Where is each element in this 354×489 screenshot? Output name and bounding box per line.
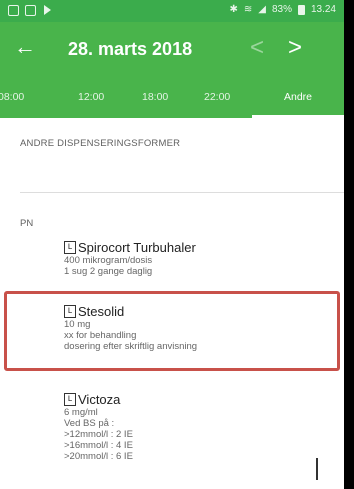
next-day-button[interactable]: >: [288, 34, 302, 62]
medication-detail: 6 mg/ml: [64, 407, 98, 418]
wifi-icon: ≋: [243, 4, 253, 15]
medication-detail: >20mmol/l : 6 IE: [64, 451, 133, 462]
medication-detail: >16mmol/l : 4 IE: [64, 440, 133, 451]
section-divider: [20, 192, 344, 193]
tab-0800[interactable]: 08:00: [0, 91, 24, 103]
tab-andre[interactable]: Andre: [284, 91, 312, 103]
status-bar: ✱ ≋ ◢ 83% 13.24: [0, 0, 344, 22]
medication-item[interactable]: L Stesolid 10 mg xx for behandling doser…: [64, 304, 334, 352]
battery-percent: 83%: [271, 4, 292, 15]
gallery-notification-icon: [8, 5, 19, 16]
back-arrow-icon[interactable]: ←: [14, 34, 36, 60]
app-screen: ✱ ≋ ◢ 83% 13.24 ← 28. marts 2018 < > 08:…: [0, 0, 344, 489]
medication-type-icon: L: [64, 393, 76, 406]
medication-name: Stesolid: [78, 304, 125, 319]
previous-day-button[interactable]: <: [250, 34, 264, 62]
tab-2200[interactable]: 22:00: [204, 91, 230, 103]
signal-icon: ◢: [258, 4, 266, 15]
app-bar: ← 28. marts 2018 < >: [0, 22, 344, 78]
active-tab-indicator: [252, 115, 344, 118]
medication-detail: 10 mg: [64, 319, 91, 330]
image-notification-icon: [25, 5, 36, 16]
battery-icon: [297, 4, 305, 15]
medication-detail: 1 sug 2 gange daglig: [64, 266, 153, 277]
section-header: ANDRE DISPENSERINGSFORMER: [20, 138, 181, 149]
status-time: 13.24: [310, 4, 336, 15]
tab-1200[interactable]: 12:00: [78, 91, 104, 103]
time-tabs: 08:00 12:00 18:00 22:00 Andre: [0, 78, 344, 118]
medication-item[interactable]: L Victoza 6 mg/ml Ved BS på : >12mmol/l …: [64, 392, 334, 462]
text-cursor: [316, 458, 318, 480]
bluetooth-icon: ✱: [229, 4, 238, 15]
medication-type-icon: L: [64, 241, 76, 254]
medication-item[interactable]: L Spirocort Turbuhaler 400 mikrogram/dos…: [64, 240, 334, 277]
medication-type-icon: L: [64, 305, 76, 318]
medication-detail: 400 mikrogram/dosis: [64, 255, 153, 266]
medication-detail: >12mmol/l : 2 IE: [64, 429, 133, 440]
medication-name: Victoza: [78, 392, 121, 407]
tab-1800[interactable]: 18:00: [142, 91, 168, 103]
medication-detail: Ved BS på :: [64, 418, 115, 429]
date-title: 28. marts 2018: [68, 39, 193, 59]
play-notification-icon: [44, 5, 51, 15]
medication-detail: dosering efter skriftlig anvisning: [64, 341, 198, 352]
medication-name: Spirocort Turbuhaler: [78, 240, 196, 255]
medication-detail: xx for behandling: [64, 330, 137, 341]
group-label: PN: [20, 218, 34, 229]
